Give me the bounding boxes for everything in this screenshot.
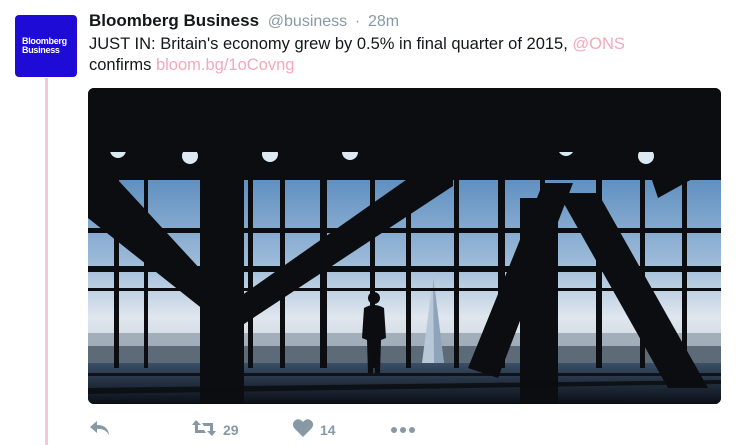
tweet-actions: 29 14 (89, 418, 489, 442)
reply-icon (89, 419, 111, 442)
retweet-count: 29 (223, 422, 239, 438)
heart-icon (292, 418, 314, 443)
avatar-label-line2: Business (22, 45, 60, 55)
mention-link[interactable]: @ONS (572, 35, 625, 53)
tweet-text: JUST IN: Britain's economy grew by 0.5% … (89, 34, 729, 76)
timestamp[interactable]: 28m (368, 13, 399, 30)
retweet-button[interactable]: 29 (191, 418, 239, 442)
like-button[interactable]: 14 (292, 418, 336, 442)
reply-button[interactable] (89, 418, 111, 442)
display-name[interactable]: Bloomberg Business (89, 11, 259, 30)
more-button[interactable] (390, 418, 416, 442)
tweet-text-main: JUST IN: Britain's economy grew by 0.5% … (89, 35, 573, 53)
separator: · (354, 13, 361, 30)
tweet-header: Bloomberg Business @business · 28m (89, 11, 399, 33)
more-icon (390, 421, 416, 439)
url-link[interactable]: bloom.bg/1oCovng (156, 56, 295, 74)
tweet-photo[interactable] (88, 88, 721, 404)
like-count: 14 (320, 422, 336, 438)
avatar[interactable]: Bloomberg Business (15, 15, 77, 77)
conversation-thread-line (45, 78, 48, 445)
retweet-icon (191, 419, 217, 442)
user-handle[interactable]: @business (268, 13, 347, 30)
tweet-text-after: confirms (89, 56, 156, 74)
photo-office-silhouette (88, 88, 721, 404)
